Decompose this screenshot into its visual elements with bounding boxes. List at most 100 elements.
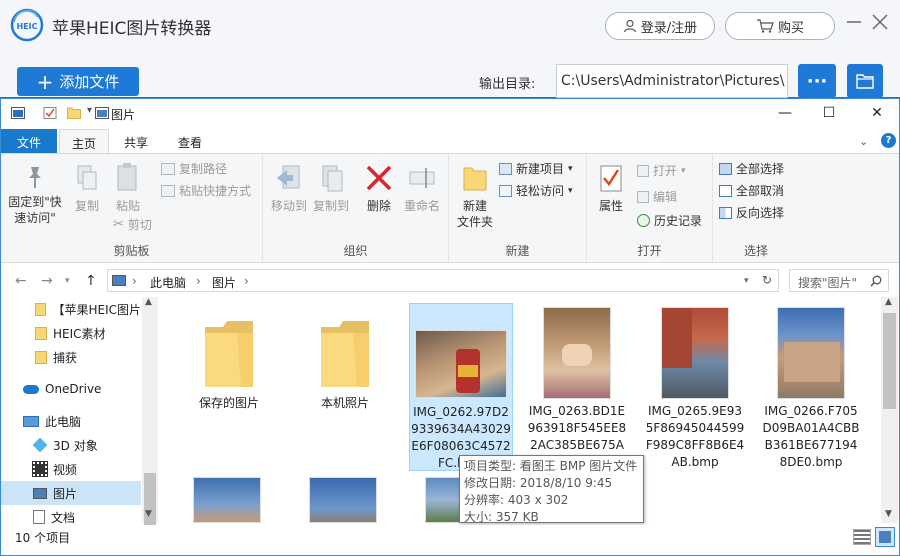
breadcrumb-pictures[interactable]: 图片 (212, 274, 236, 291)
easy-access-button[interactable]: 轻松访问 ▾ (499, 182, 573, 199)
nav-item-videos[interactable]: 视频 (1, 457, 141, 481)
delete-x-icon (366, 165, 392, 191)
recent-locations-chevron-icon[interactable]: ▾ (65, 276, 70, 286)
tab-share[interactable]: 共享 (113, 129, 159, 153)
properties-button[interactable]: 属性 (591, 164, 631, 214)
folder-item-camera-roll[interactable]: 本机照片 (293, 303, 397, 423)
expand-ribbon-icon[interactable]: ⌄ (859, 135, 868, 148)
nav-item-3d-objects[interactable]: 3D 对象 (1, 433, 141, 457)
nav-item-pictures[interactable]: 图片 (1, 481, 141, 505)
new-group-label: 新建 (505, 244, 530, 258)
nav-item-this-pc[interactable]: 此电脑 (1, 409, 141, 433)
move-to-icon (277, 165, 300, 189)
customize-toolbar-chevron-icon[interactable]: ▾ (87, 105, 92, 116)
explorer-maximize-icon[interactable]: ☐ (819, 103, 839, 123)
open-dropdown-icon: ▾ (681, 165, 686, 176)
file-list-scrollbar[interactable]: ▲ ▼ (881, 297, 898, 523)
open-button[interactable]: 打开 ▾ (637, 162, 686, 179)
address-bar[interactable]: › 此电脑 › 图片 › ▾ ↻ (107, 269, 779, 292)
tooltip-size: 大小: 357 KB (464, 510, 539, 524)
image-item-img-0265[interactable]: IMG_0265.9E93 5F86945044599 F989C8FF8B6E… (643, 303, 747, 469)
image-thumbnail (415, 330, 507, 398)
properties-check-icon[interactable] (43, 107, 57, 119)
pin-icon (29, 167, 41, 188)
image-item-img-0266[interactable]: IMG_0266.F705 D09BA01A4CBB B361BE677194 … (759, 303, 863, 469)
move-to-button[interactable]: 移动到 (267, 164, 311, 214)
edit-button[interactable]: 编辑 (637, 188, 677, 205)
folder-item-saved-pictures[interactable]: 保存的图片 (177, 303, 281, 423)
back-arrow-icon[interactable]: ← (15, 273, 27, 289)
delete-button[interactable]: 删除 (359, 164, 399, 214)
close-icon[interactable] (872, 14, 888, 30)
image-item-img-0262[interactable]: IMG_0262.97D2 9339634A43029 E6F08063C457… (409, 303, 513, 471)
open-folder-button[interactable] (847, 64, 883, 98)
tab-file[interactable]: 文件 (1, 129, 57, 153)
add-files-label: 添加文件 (59, 73, 120, 91)
breadcrumb-separator-icon: › (196, 274, 201, 288)
hand-graphic (562, 344, 592, 366)
refresh-icon[interactable]: ↻ (762, 273, 772, 287)
copy-to-label: 复制到 (312, 199, 349, 213)
search-input[interactable]: 搜索"图片" (789, 269, 889, 292)
nav-item-heic-app-folder[interactable]: 【苹果HEIC图片 (1, 297, 141, 321)
new-folder-button[interactable]: 新建 文件夹 (451, 164, 499, 230)
folder-icon (35, 326, 47, 340)
organize-group-label: 组织 (343, 244, 368, 258)
nav-item-captures[interactable]: 捕获 (1, 345, 141, 369)
breadcrumb-this-pc[interactable]: 此电脑 (150, 274, 186, 291)
navigation-pane: 【苹果HEIC图片 HEIC素材 捕获 OneDrive 此电脑 3D 对象 视… (1, 297, 159, 525)
select-all-button[interactable]: 全部选择 (719, 160, 784, 177)
image-thumbnail-partial[interactable] (193, 477, 261, 523)
paste-button[interactable]: 粘贴 (109, 162, 147, 214)
more-options-button[interactable]: ··· (798, 64, 836, 98)
forward-arrow-icon[interactable]: → (41, 273, 53, 289)
image-thumbnail (777, 307, 845, 399)
cut-button[interactable]: ✂ 剪切 (113, 216, 152, 233)
buy-button[interactable]: 购买 (725, 12, 835, 40)
invert-selection-button[interactable]: 反向选择 (719, 204, 784, 221)
up-arrow-icon[interactable]: ↑ (85, 273, 97, 289)
nav-pane-scrollbar[interactable]: ▲ ▼ (142, 297, 158, 545)
minimize-icon[interactable] (846, 14, 862, 30)
nav-item-heic-material[interactable]: HEIC素材 (1, 321, 141, 345)
paste-shortcut-button[interactable]: 粘贴快捷方式 (161, 182, 251, 199)
new-item-button[interactable]: 新建项目 ▾ (499, 160, 573, 177)
copy-path-button[interactable]: 复制路径 (161, 160, 227, 177)
help-icon[interactable]: ? (881, 133, 896, 148)
copy-to-icon (322, 165, 343, 192)
select-none-button[interactable]: 全部取消 (719, 182, 784, 199)
explorer-minimize-icon[interactable]: — (775, 103, 795, 123)
explorer-window-icon (11, 107, 25, 119)
explorer-close-icon[interactable]: ✕ (867, 103, 887, 123)
tab-home[interactable]: 主页 (59, 129, 109, 153)
history-button[interactable]: 历史记录 (637, 212, 702, 229)
scroll-up-icon[interactable]: ▲ (145, 297, 152, 307)
image-thumbnail-partial[interactable] (309, 477, 377, 523)
app-header: HEIC 苹果HEIC图片转换器 登录/注册 购买 + 添加文件 输出目录: C… (0, 0, 900, 98)
add-files-button[interactable]: + 添加文件 (17, 67, 139, 96)
scroll-down-icon[interactable]: ▼ (145, 509, 152, 519)
image-item-img-0263[interactable]: IMG_0263.BD1E 963918F545EE8 2AC385BE675A (525, 303, 629, 463)
details-view-icon[interactable] (853, 529, 871, 545)
copy-to-button[interactable]: 复制到 (309, 164, 353, 214)
large-icons-view-icon[interactable] (875, 527, 895, 547)
copy-button[interactable]: 复制 (67, 164, 107, 214)
address-dropdown-icon[interactable]: ▾ (744, 276, 749, 286)
ribbon-tabs: 文件 主页 共享 查看 ⌄ ? (1, 129, 899, 153)
scroll-down-icon[interactable]: ▼ (885, 509, 892, 519)
documents-icon (33, 510, 45, 524)
rename-button[interactable]: 重命名 (399, 164, 445, 214)
login-register-button[interactable]: 登录/注册 (605, 12, 715, 40)
app-title: 苹果HEIC图片转换器 (52, 19, 212, 39)
file-scroll-thumb[interactable] (883, 313, 896, 409)
output-path-field[interactable]: C:\Users\Administrator\Pictures\ (556, 64, 788, 98)
tab-view[interactable]: 查看 (167, 129, 213, 153)
pin-quick-access-button[interactable]: 固定到"快 速访问" (5, 164, 65, 226)
edit-icon (637, 190, 649, 203)
select-all-icon (719, 162, 732, 175)
scroll-up-icon[interactable]: ▲ (885, 297, 892, 307)
new-folder-quick-icon[interactable] (67, 107, 81, 119)
user-icon (623, 19, 636, 33)
nav-item-onedrive[interactable]: OneDrive (1, 377, 141, 401)
buy-label: 购买 (777, 20, 804, 36)
